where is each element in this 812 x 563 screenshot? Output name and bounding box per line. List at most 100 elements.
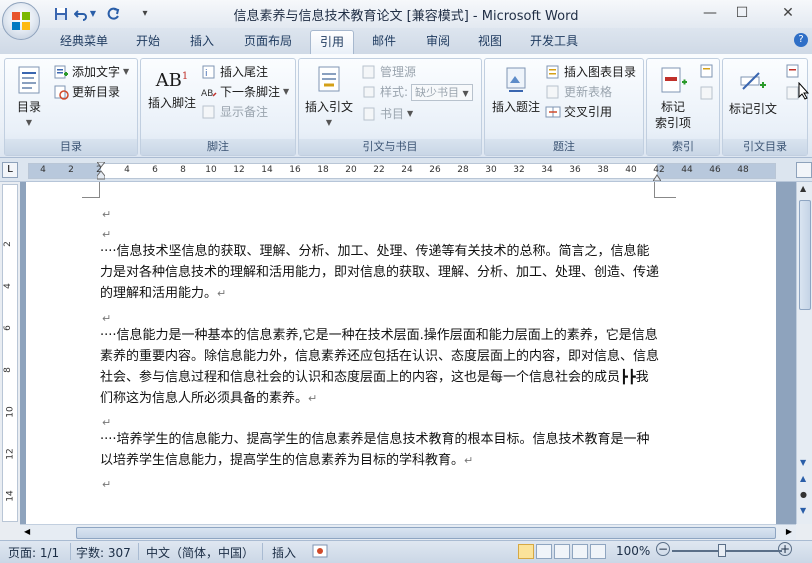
show-notes-button[interactable]: 显示备注 [201, 103, 268, 121]
group-toa-label: 引文目录 [723, 139, 807, 155]
web-layout-view-icon[interactable] [554, 544, 570, 559]
next-footnote-button[interactable]: AB 下一条脚注 ▼ [201, 83, 289, 101]
hruler-number: 12 [233, 165, 245, 175]
tab-view[interactable]: 视图 [468, 30, 512, 52]
right-indent-marker-icon[interactable] [652, 170, 662, 182]
crop-mark-top-right [654, 182, 676, 198]
zoom-slider[interactable] [672, 550, 782, 552]
paragraph-1[interactable]: ····信息技术坚信息的获取、理解、分析、加工、处理、传递等有关技术的总称。简言… [100, 241, 660, 304]
word-count[interactable]: 字数: 307 [76, 544, 131, 561]
horizontal-ruler[interactable]: 4 2 2 4 6 8 10 12 14 16 18 20 22 24 26 28 30 32 34 36 38 40 42… [28, 161, 776, 182]
close-icon[interactable]: ✕ [774, 2, 802, 24]
style-dropdown-icon: ▼ [462, 88, 469, 98]
select-browse-object-icon[interactable]: ● [800, 490, 807, 499]
footnote-ab-glyph: AB [155, 70, 182, 91]
group-toa: 标记引文 引文目录 [722, 58, 808, 156]
page-count[interactable]: 页面: 1/1 [8, 544, 59, 561]
vruler-number: 6 [2, 325, 13, 331]
manage-sources-icon [362, 65, 375, 79]
previous-page-icon[interactable]: ▲ [800, 474, 806, 483]
scroll-down-arrow-icon[interactable]: ▼ [800, 458, 806, 467]
tab-page-layout[interactable]: 页面布局 [236, 30, 300, 52]
paragraph-3[interactable]: ····培养学生的信息能力、提高学生的信息素养是信息技术教育的根本目标。信息技术… [100, 429, 660, 471]
scroll-up-icon[interactable]: ▲ [800, 184, 806, 193]
update-toc-button[interactable]: 更新目录 [53, 83, 120, 101]
office-button[interactable] [2, 2, 40, 40]
hruler-number: 8 [180, 165, 186, 175]
hruler-number: 46 [709, 165, 721, 175]
manage-sources-button[interactable]: 管理源 [361, 63, 416, 81]
hruler-number: 44 [681, 165, 693, 175]
insert-caption-icon [506, 67, 526, 92]
insert-mode-indicator[interactable]: 插入 [272, 544, 296, 561]
tab-classic-menu[interactable]: 经典菜单 [52, 30, 116, 52]
minimize-icon[interactable]: — [696, 2, 724, 24]
horizontal-scroll-thumb[interactable] [76, 527, 776, 539]
vruler-number: 12 [5, 448, 16, 460]
macro-recording-icon[interactable] [312, 543, 328, 562]
maximize-icon[interactable]: ☐ [728, 2, 756, 24]
insert-index-icon[interactable] [699, 63, 715, 79]
mouse-cursor-icon [798, 82, 810, 100]
group-toc-label: 目录 [5, 139, 137, 155]
tab-references[interactable]: 引用 [310, 30, 354, 56]
draft-view-icon[interactable] [590, 544, 606, 559]
style-dropdown[interactable]: 缺少书目 ▼ [411, 83, 474, 101]
scroll-right-icon[interactable]: ▶ [786, 527, 792, 536]
add-text-dropdown-icon: ▼ [123, 67, 130, 76]
zoom-slider-thumb[interactable] [718, 544, 726, 557]
vertical-scroll-thumb[interactable] [799, 200, 811, 310]
zoom-level[interactable]: 100% [616, 544, 650, 558]
bibliography-button[interactable]: 书目 ▼ [361, 105, 413, 123]
mark-citation-button[interactable]: 标记引文 [725, 69, 781, 117]
insert-caption-button[interactable]: 插入题注 [489, 65, 543, 115]
svg-text:i: i [205, 69, 208, 79]
horizontal-scrollbar[interactable]: ◀ ▶ [20, 524, 796, 540]
next-page-icon[interactable]: ▼ [800, 506, 806, 515]
print-layout-view-icon[interactable] [518, 544, 534, 559]
style-selector: 样式: 缺少书目 ▼ [361, 83, 474, 101]
tab-insert[interactable]: 插入 [180, 30, 224, 52]
paragraph-mark: ↵ [217, 287, 227, 300]
update-index-icon[interactable] [699, 85, 715, 101]
vruler-number: 14 [5, 490, 16, 502]
tab-review[interactable]: 审阅 [416, 30, 460, 52]
indent-marker-icon[interactable] [95, 161, 107, 180]
vertical-ruler[interactable]: 2 4 6 8 10 12 14 [2, 184, 18, 522]
style-value: 缺少书目 [415, 85, 460, 99]
update-table-button[interactable]: 更新表格 [545, 83, 612, 101]
tab-developer[interactable]: 开发工具 [522, 30, 586, 52]
tab-selector-icon[interactable]: L [2, 162, 18, 178]
zoom-out-button[interactable]: − [656, 542, 670, 556]
hruler-number: 4 [40, 165, 46, 175]
zoom-in-button[interactable]: + [778, 542, 792, 556]
cross-reference-button[interactable]: 交叉引用 [545, 103, 612, 121]
toc-icon [18, 66, 40, 94]
group-citations-label: 引文与书目 [299, 139, 481, 155]
next-footnote-label: 下一条脚注 [220, 85, 281, 99]
vertical-scrollbar[interactable]: ▲ ▼ ▲ ● ▼ [796, 182, 812, 524]
insert-footnote-button[interactable]: AB1 插入脚注 [145, 69, 199, 111]
paragraph-3-text: ····培养学生的信息能力、提高学生的信息素养是信息技术教育的根本目标。信息技术… [100, 432, 650, 468]
update-toc-label: 更新目录 [72, 85, 121, 99]
status-divider [138, 543, 139, 560]
view-ruler-icon[interactable] [796, 162, 812, 178]
help-icon[interactable]: ? [794, 33, 808, 47]
tab-mailings[interactable]: 邮件 [362, 30, 406, 52]
mark-entry-button[interactable]: 标记 索引项 [649, 65, 697, 131]
toc-button[interactable]: 目录 ▼ [11, 65, 47, 131]
language-indicator[interactable]: 中文（简体，中国） [146, 544, 254, 561]
mark-entry-icon [661, 67, 687, 93]
tab-home[interactable]: 开始 [126, 30, 170, 52]
style-label: 样式: [380, 85, 409, 99]
paragraph-2[interactable]: ····信息能力是一种基本的信息素养,它是一种在技术层面.操作层面和能力层面上的… [100, 325, 660, 409]
full-screen-reading-view-icon[interactable] [536, 544, 552, 559]
hruler-number: 18 [317, 165, 329, 175]
scroll-left-icon[interactable]: ◀ [24, 527, 30, 536]
add-text-button[interactable]: 添加文字 ▼ [53, 63, 129, 81]
insert-table-of-figures-button[interactable]: 插入图表目录 [545, 63, 636, 81]
insert-endnote-button[interactable]: i 插入尾注 [201, 63, 268, 81]
outline-view-icon[interactable] [572, 544, 588, 559]
insert-citation-button[interactable]: 插入引文 ▼ [303, 65, 355, 131]
insert-toa-icon[interactable] [785, 63, 801, 79]
